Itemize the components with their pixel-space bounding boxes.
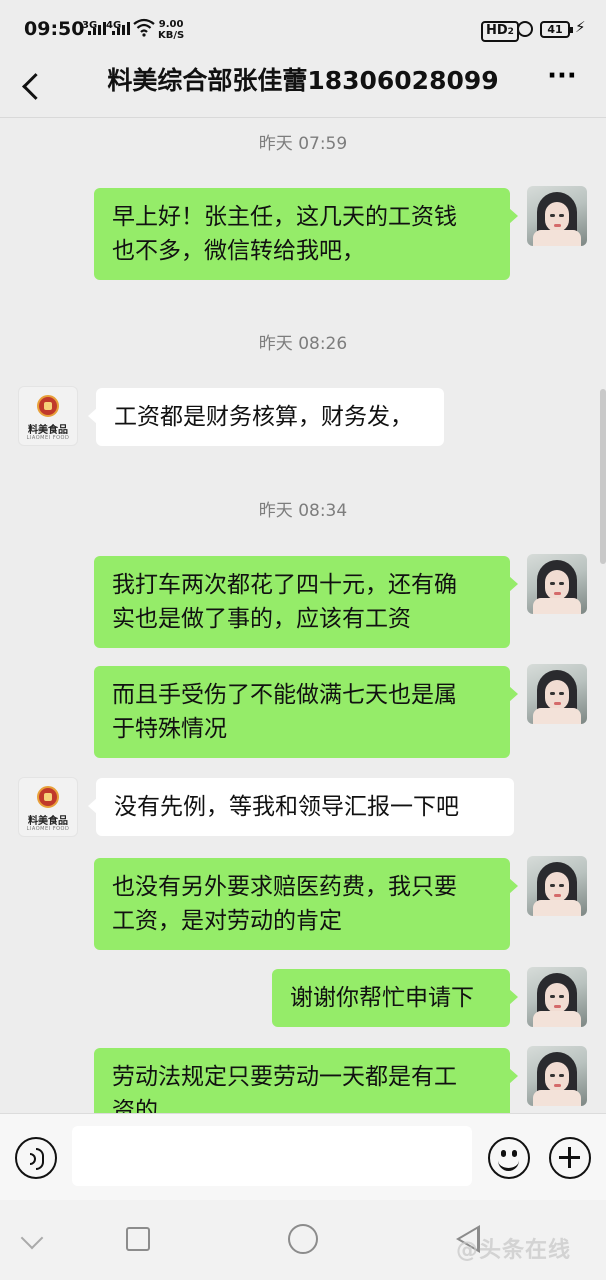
- company-avatar[interactable]: 料美食品 LIAOMEI FOOD: [18, 386, 78, 446]
- message-text-line: 实也是做了事的，应该有工资: [112, 606, 411, 632]
- message-text-line: 于特殊情况: [112, 716, 227, 742]
- status-time: 09:50: [24, 18, 85, 40]
- hd-sub: 2: [507, 27, 514, 37]
- chat-scrollbar[interactable]: [600, 389, 606, 564]
- chat-title: 料美综合部张佳蕾18306028099: [107, 66, 499, 95]
- net-speed-unit: KB/S: [158, 30, 185, 41]
- hide-nav-chevron-icon[interactable]: [20, 1226, 44, 1250]
- message-text-line: 没有先例，等我和领导汇报一下吧: [114, 794, 459, 820]
- home-button[interactable]: [288, 1224, 318, 1254]
- chat-header: 料美综合部张佳蕾18306028099 ···: [0, 56, 606, 118]
- message-bubble-sent[interactable]: 谢谢你帮忙申请下: [272, 969, 518, 1027]
- battery-icon: 41: [540, 21, 573, 38]
- user-avatar[interactable]: [527, 856, 587, 916]
- message-bubble-received[interactable]: 工资都是财务核算，财务发，: [88, 388, 444, 446]
- back-button[interactable]: [14, 64, 54, 108]
- more-options-button[interactable]: ···: [542, 63, 582, 102]
- message-text-line: 谢谢你帮忙申请下: [290, 985, 474, 1011]
- message-text-line: 也没有另外要求赔医药费，我只要: [112, 874, 457, 900]
- user-avatar[interactable]: [527, 1046, 587, 1106]
- message-bubble-sent[interactable]: 我打车两次都花了四十元，还有确 实也是做了事的，应该有工资: [94, 556, 518, 648]
- message-text-line: 工资，是对劳动的肯定: [112, 908, 342, 934]
- user-avatar[interactable]: [527, 554, 587, 614]
- timestamp: 昨天 08:26: [258, 334, 348, 354]
- wifi-icon: [133, 18, 155, 37]
- message-bubble-sent[interactable]: 早上好！张主任，这几天的工资钱 也不多，微信转给我吧，: [94, 188, 518, 280]
- message-text-line: 也不多，微信转给我吧，: [112, 238, 365, 264]
- message-input[interactable]: [72, 1126, 472, 1186]
- message-text-line: 工资都是财务核算，财务发，: [114, 404, 413, 430]
- company-logo-icon: [37, 786, 59, 808]
- emoji-button[interactable]: [488, 1137, 530, 1179]
- signal-bars-2-icon: [112, 22, 130, 35]
- net-speed: 9.00 KB/S: [158, 19, 184, 41]
- message-text-line: 而且手受伤了不能做满七天也是属: [112, 682, 457, 708]
- company-avatar-sub: LIAOMEI FOOD: [26, 435, 70, 441]
- message-text-line: 我打车两次都花了四十元，还有确: [112, 572, 457, 598]
- signal-bars-1-icon: [88, 22, 106, 35]
- chat-message-list[interactable]: 昨天 07:59 早上好！张主任，这几天的工资钱 也不多，微信转给我吧， 昨天 …: [0, 119, 606, 1113]
- company-avatar[interactable]: 料美食品 LIAOMEI FOOD: [18, 777, 78, 837]
- timestamp: 昨天 07:59: [258, 134, 348, 154]
- battery-level: 41: [547, 23, 563, 36]
- charging-icon: ⚡: [575, 18, 586, 36]
- company-avatar-name: 料美食品: [28, 816, 68, 827]
- rotation-lock-icon: [517, 21, 533, 37]
- user-avatar[interactable]: [527, 967, 587, 1027]
- more-functions-button[interactable]: [549, 1137, 591, 1179]
- message-text-line: 资的: [112, 1098, 158, 1113]
- message-text-line: 劳动法规定只要劳动一天都是有工: [112, 1064, 457, 1090]
- message-bubble-sent[interactable]: 也没有另外要求赔医药费，我只要 工资，是对劳动的肯定: [94, 858, 518, 950]
- message-bubble-sent[interactable]: 而且手受伤了不能做满七天也是属 于特殊情况: [94, 666, 518, 758]
- message-text-line: 早上好！张主任，这几天的工资钱: [112, 204, 457, 230]
- timestamp: 昨天 08:34: [258, 501, 348, 521]
- message-bubble-received[interactable]: 没有先例，等我和领导汇报一下吧: [88, 778, 514, 836]
- status-bar: 09:50 3G 4G 9.00 KB/S HD2 41 ⚡: [0, 0, 606, 56]
- net-speed-value: 9.00: [158, 19, 184, 30]
- message-bubble-sent[interactable]: 劳动法规定只要劳动一天都是有工 资的: [94, 1048, 518, 1113]
- company-avatar-sub: LIAOMEI FOOD: [26, 826, 70, 832]
- recent-apps-button[interactable]: [126, 1227, 150, 1251]
- hd-voice-icon: HD2: [481, 21, 519, 42]
- user-avatar[interactable]: [527, 186, 587, 246]
- watermark: @头条在线: [456, 1238, 572, 1263]
- company-logo-icon: [37, 395, 59, 417]
- voice-input-button[interactable]: [15, 1137, 57, 1179]
- input-bar: [0, 1113, 606, 1200]
- hd-label: HD: [486, 23, 508, 38]
- company-avatar-name: 料美食品: [28, 425, 68, 436]
- user-avatar[interactable]: [527, 664, 587, 724]
